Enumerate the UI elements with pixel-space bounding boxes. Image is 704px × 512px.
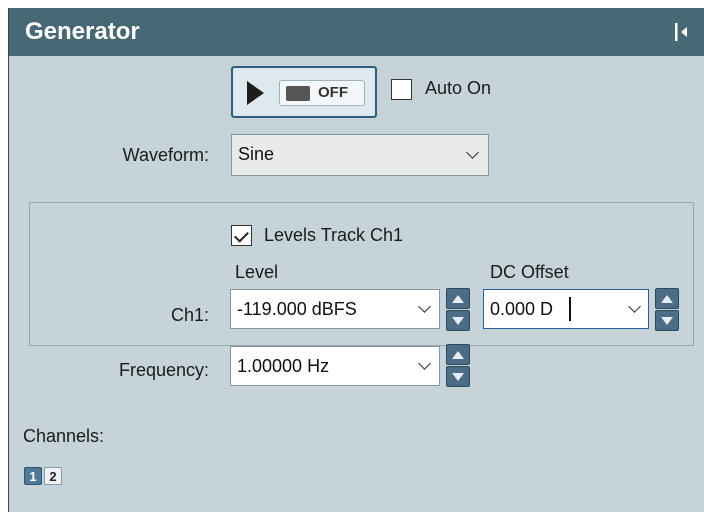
level-header: Level [235,262,279,282]
chevron-down-icon [466,146,479,159]
off-label: OFF [318,84,348,101]
chevron-down-icon[interactable] [418,357,431,370]
ch1-level-stepper[interactable] [446,288,470,332]
waveform-select[interactable]: Sine [231,134,489,176]
waveform-value: Sine [238,144,275,164]
ch1-label: Ch1: [170,305,209,325]
frequency-stepper[interactable] [446,344,470,388]
arrow-down-icon [661,317,673,325]
arrow-up-icon [452,351,464,359]
checkmark-icon [234,227,249,243]
generator-toggle-button[interactable]: OFF [231,66,377,118]
ch1-dc-offset-value[interactable]: 0.000 D [490,299,553,320]
toggle-knob [286,86,310,101]
levels-track-label: Levels Track Ch1 [264,225,404,245]
ch1-dc-offset-stepper[interactable] [655,288,679,332]
decrement-button[interactable] [655,310,679,331]
decrement-button[interactable] [446,366,470,387]
chevron-down-icon[interactable] [628,300,641,313]
ch1-level-combo[interactable]: -119.000 dBFS [230,289,440,329]
off-indicator: OFF [279,80,365,106]
waveform-label: Waveform: [122,145,209,165]
ch1-dc-offset-combo[interactable]: 0.000 D [483,289,649,329]
panel-title-bar: Generator [9,8,704,56]
increment-button[interactable] [446,344,470,365]
channel-1-button[interactable]: 1 [24,467,42,485]
arrow-up-icon [452,295,464,303]
channels-label: Channels: [23,426,105,446]
auto-on-label: Auto On [425,78,492,98]
arrow-down-icon [452,317,464,325]
frequency-value: 1.00000 Hz [237,356,330,376]
chevron-down-icon[interactable] [418,300,431,313]
arrow-up-icon [661,295,673,303]
decrement-button[interactable] [446,310,470,331]
channel-2-button[interactable]: 2 [44,467,62,485]
auto-on-checkbox[interactable] [391,79,412,100]
increment-button[interactable] [446,288,470,309]
frequency-label: Frequency: [118,360,209,380]
dc-offset-header: DC Offset [490,262,569,282]
panel-title: Generator [25,18,140,45]
generator-panel: Generator OFF Auto On Waveform: Sine Lev… [8,8,704,512]
arrow-down-icon [452,373,464,381]
increment-button[interactable] [655,288,679,309]
text-caret [569,297,571,321]
ch1-level-value: -119.000 dBFS [237,299,357,319]
frequency-combo[interactable]: 1.00000 Hz [230,346,440,386]
pin-dock-icon[interactable] [673,20,691,44]
play-icon [247,81,264,105]
levels-track-checkbox[interactable] [231,225,252,246]
